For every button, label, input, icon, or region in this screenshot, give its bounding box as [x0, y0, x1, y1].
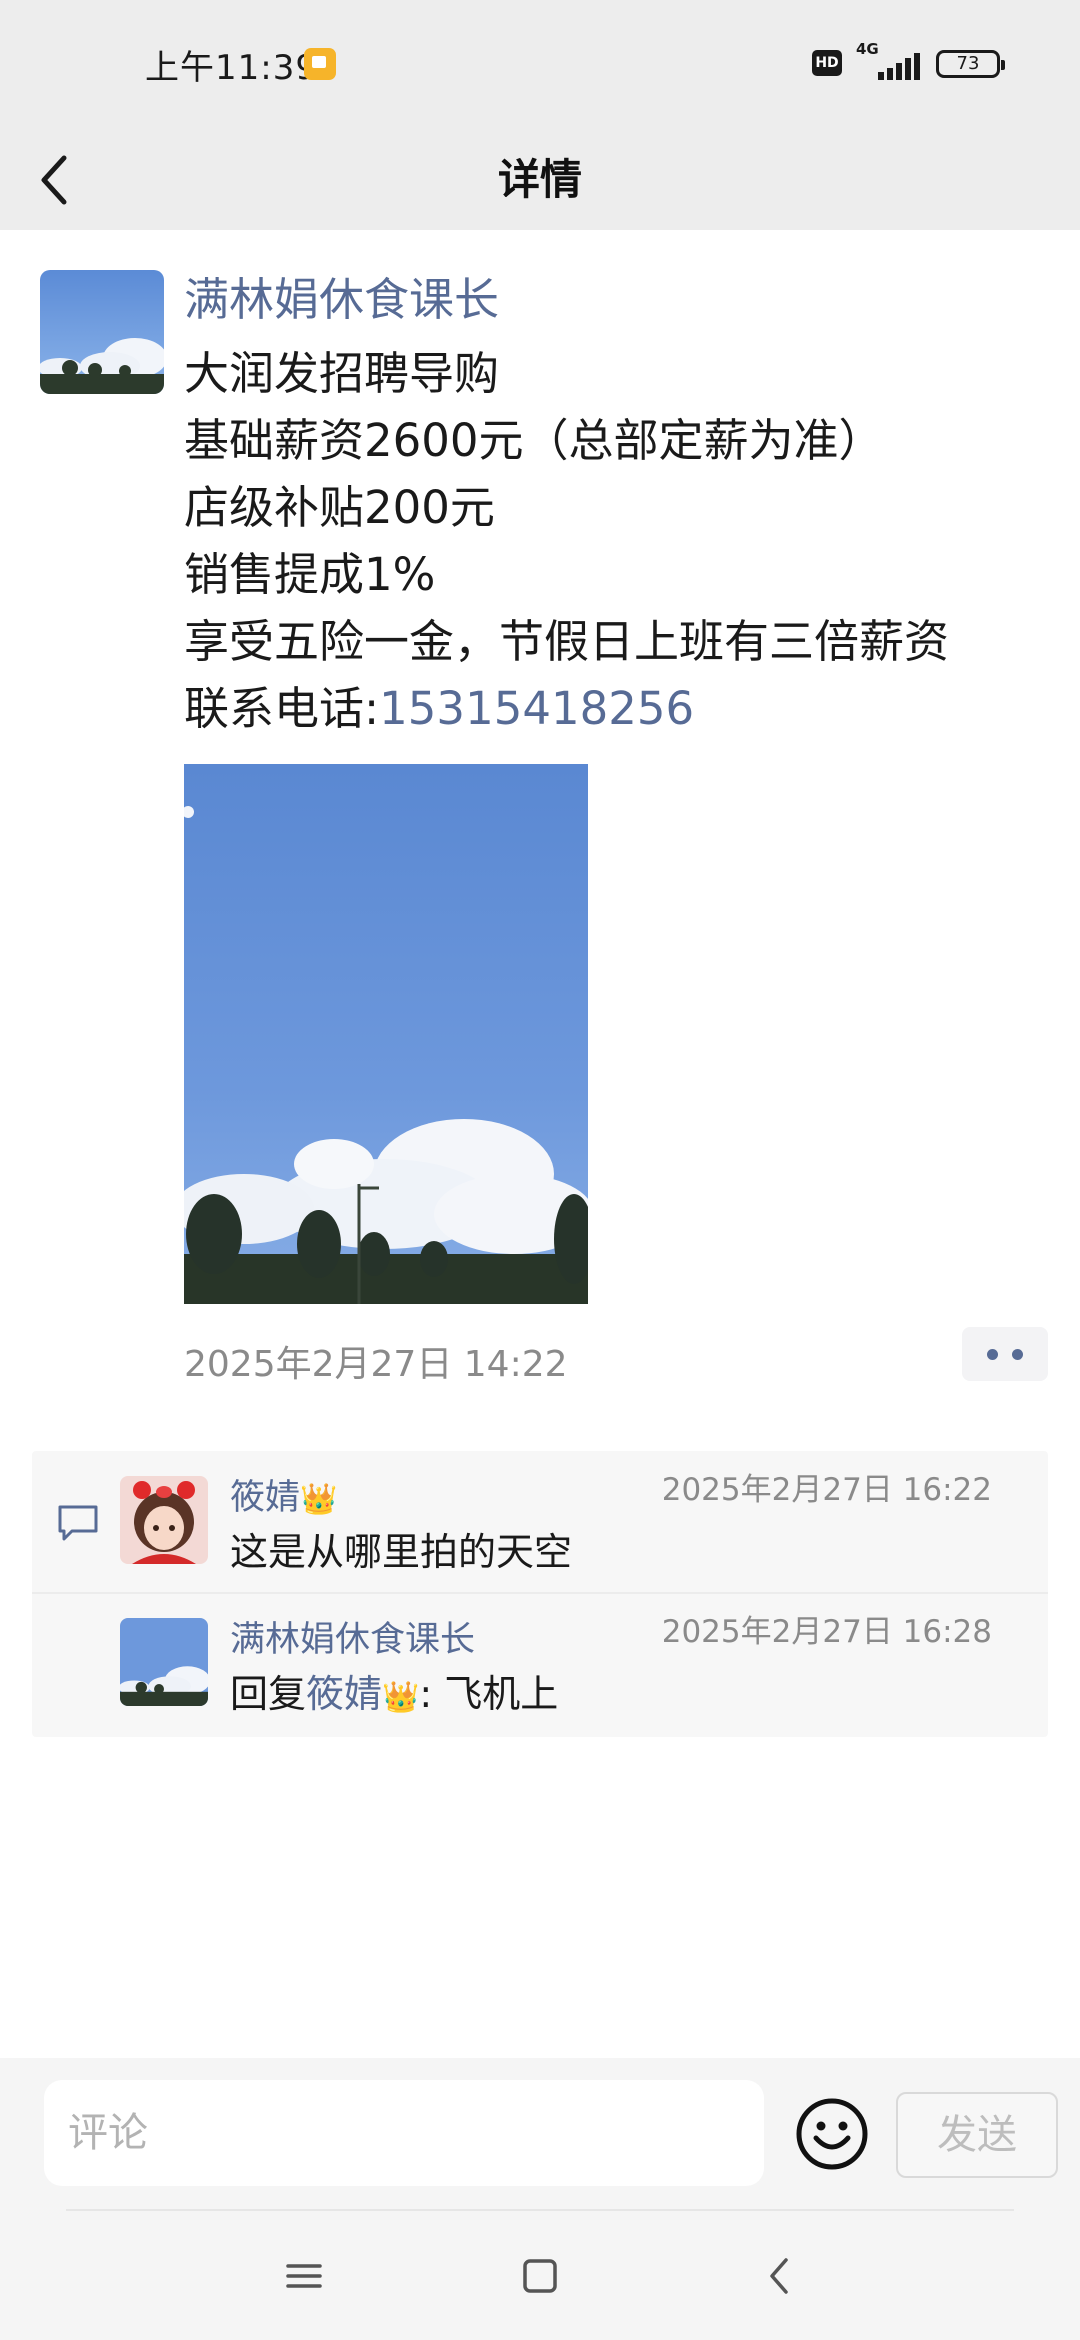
commenter-name-text: 筱婧	[230, 1478, 301, 1518]
comment-input[interactable]	[44, 2080, 764, 2186]
comment-timestamp: 2025年2月27日 16:28	[661, 1614, 992, 1650]
post-author-name[interactable]: 满林娟休食课长	[184, 270, 499, 330]
nav-menu-button[interactable]	[274, 2246, 334, 2306]
smiley-icon	[796, 2098, 868, 2170]
contact-label: 联系电话:	[184, 682, 380, 735]
commenter-name[interactable]: 满林娟休食课长	[230, 1615, 475, 1665]
signal-icon: 4G	[854, 40, 924, 82]
post-photo[interactable]	[184, 764, 588, 1304]
sky-avatar-image	[40, 270, 164, 394]
back-arrow-icon	[770, 2258, 788, 2294]
divider	[66, 2209, 1014, 2211]
more-dots-icon	[987, 1349, 998, 1360]
comment-timestamp: 2025年2月27日 16:22	[661, 1472, 992, 1508]
comment-input-bar: 发送	[0, 2058, 1080, 2340]
post-line: 销售提成1%	[184, 548, 436, 601]
comment-text: 回复筱婧👑: 飞机上	[230, 1667, 558, 1725]
network-label: 4G	[856, 40, 879, 58]
battery-icon: 73	[936, 50, 1005, 78]
commenter-name[interactable]: 筱婧👑	[230, 1473, 337, 1525]
hd-icon: HD	[812, 50, 842, 76]
send-button[interactable]: 发送	[896, 2092, 1058, 2178]
nav-back-button[interactable]	[750, 2246, 810, 2306]
post-line: 享受五险一金，节假日上班有三倍薪资	[184, 615, 950, 668]
reply-to-name[interactable]: 筱婧	[306, 1672, 382, 1716]
emoji-button[interactable]	[792, 2094, 872, 2174]
post-line: 大润发招聘导购	[184, 347, 500, 400]
girl-avatar-image	[120, 1476, 208, 1564]
status-bar: 上午11:39 HD 4G 73	[0, 0, 1080, 130]
home-square-icon	[523, 2259, 557, 2293]
comments-section: 筱婧👑 2025年2月27日 16:22 这是从哪里拍的天空 满林娟休食课长 2…	[32, 1451, 1048, 1737]
more-actions-button[interactable]	[962, 1327, 1048, 1381]
post-contact-line: 联系电话:15315418256	[184, 675, 1034, 742]
post-timestamp: 2025年2月27日 14:22	[184, 1344, 568, 1385]
notification-icon	[304, 48, 336, 80]
sky-avatar-image	[120, 1618, 208, 1706]
post-content: 大润发招聘导购 基础薪资2600元（总部定薪为准） 店级补贴200元 销售提成1…	[184, 340, 1034, 742]
comment-bubble-icon	[58, 1505, 98, 1541]
comment-text: 这是从哪里拍的天空	[230, 1530, 573, 1574]
chevron-left-icon	[41, 155, 67, 205]
comment-divider	[32, 1592, 1048, 1594]
post-line: 店级补贴200元	[184, 481, 495, 534]
post-line: 基础薪资2600元（总部定薪为准）	[184, 414, 884, 467]
post-author-avatar[interactable]	[40, 270, 164, 394]
more-dots-icon	[1012, 1349, 1023, 1360]
reply-text: : 飞机上	[419, 1672, 559, 1716]
phone-link[interactable]: 15315418256	[379, 682, 694, 735]
commenter-avatar[interactable]	[120, 1618, 208, 1706]
menu-icon	[286, 2264, 322, 2288]
sky-photo-image	[184, 764, 588, 1304]
crown-emoji-icon: 👑	[382, 1680, 420, 1715]
commenter-avatar[interactable]	[120, 1476, 208, 1564]
header-bar: 详情	[0, 130, 1080, 230]
page-title: 详情	[497, 155, 582, 204]
status-time: 上午11:39	[145, 48, 318, 88]
crown-emoji-icon: 👑	[300, 1482, 338, 1517]
back-button[interactable]	[30, 140, 110, 220]
nav-home-button[interactable]	[510, 2246, 570, 2306]
reply-prefix: 回复	[230, 1672, 307, 1716]
